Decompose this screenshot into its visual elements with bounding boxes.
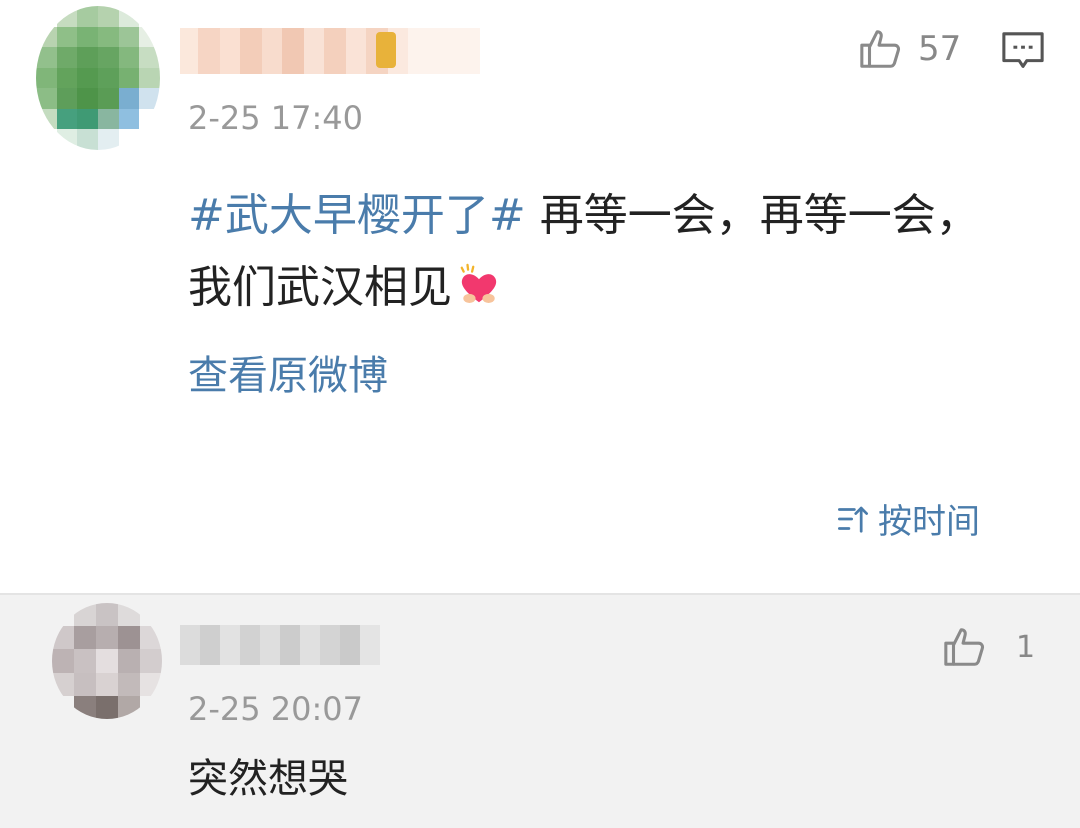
reply-like-button[interactable]: 1 <box>942 624 1035 670</box>
post-timestamp: 2-25 17:40 <box>188 99 364 137</box>
username-blurred[interactable] <box>180 28 480 74</box>
reply-text: 突然想哭 <box>188 756 348 802</box>
post-text-line2: 我们武汉相见 <box>188 262 452 313</box>
like-button[interactable]: 57 <box>858 26 961 72</box>
sort-label: 按时间 <box>878 502 980 542</box>
divider <box>0 593 1080 595</box>
post-content: #武大早樱开了# 再等一会，再等一会， 我们武汉相见 <box>188 180 1028 330</box>
post-text-line1: 再等一会，再等一会， <box>525 190 980 241</box>
reply-like-count: 1 <box>1016 629 1036 665</box>
reply-comment: 2-25 20:07 突然想哭 <box>0 593 1080 828</box>
vip-badge-icon <box>376 32 396 68</box>
heart-hands-emoji <box>456 258 502 330</box>
reply-username-blurred[interactable] <box>180 625 380 665</box>
sort-by-time-button[interactable]: 按时间 <box>836 494 980 543</box>
avatar-mosaic <box>36 6 160 150</box>
main-post: 2-25 17:40 57 #武大早樱开了# 再等一会，再等一会， 我们武汉相见… <box>0 0 1080 593</box>
hashtag-link[interactable]: #武大早樱开了# <box>188 190 526 241</box>
view-original-link[interactable]: 查看原微博 <box>188 350 388 402</box>
avatar-mosaic <box>52 603 162 719</box>
reply-user-avatar[interactable] <box>52 603 162 719</box>
sort-icon <box>838 506 868 533</box>
comment-button[interactable] <box>1000 30 1046 78</box>
thumbs-up-icon <box>860 30 901 68</box>
user-avatar[interactable] <box>36 6 160 150</box>
like-count: 57 <box>918 29 962 69</box>
reply-timestamp: 2-25 20:07 <box>188 690 364 728</box>
comment-icon <box>1002 32 1044 68</box>
thumbs-up-icon <box>944 628 985 666</box>
